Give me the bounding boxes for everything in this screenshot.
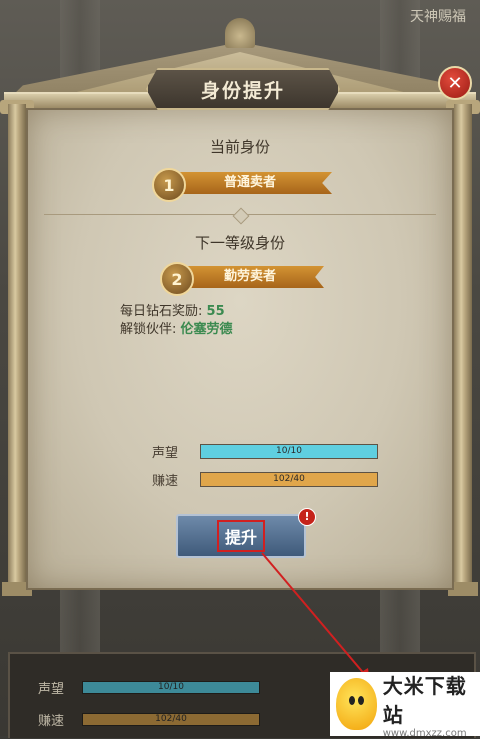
annotation-arrow — [261, 552, 370, 684]
site-watermark: 大米下载站 www.dmxzz.com — [330, 672, 480, 739]
mascot-logo-icon — [336, 678, 377, 730]
watermark-name: 大米下载站 — [382, 673, 467, 727]
watermark-url: www.dmxzz.com — [382, 727, 467, 739]
